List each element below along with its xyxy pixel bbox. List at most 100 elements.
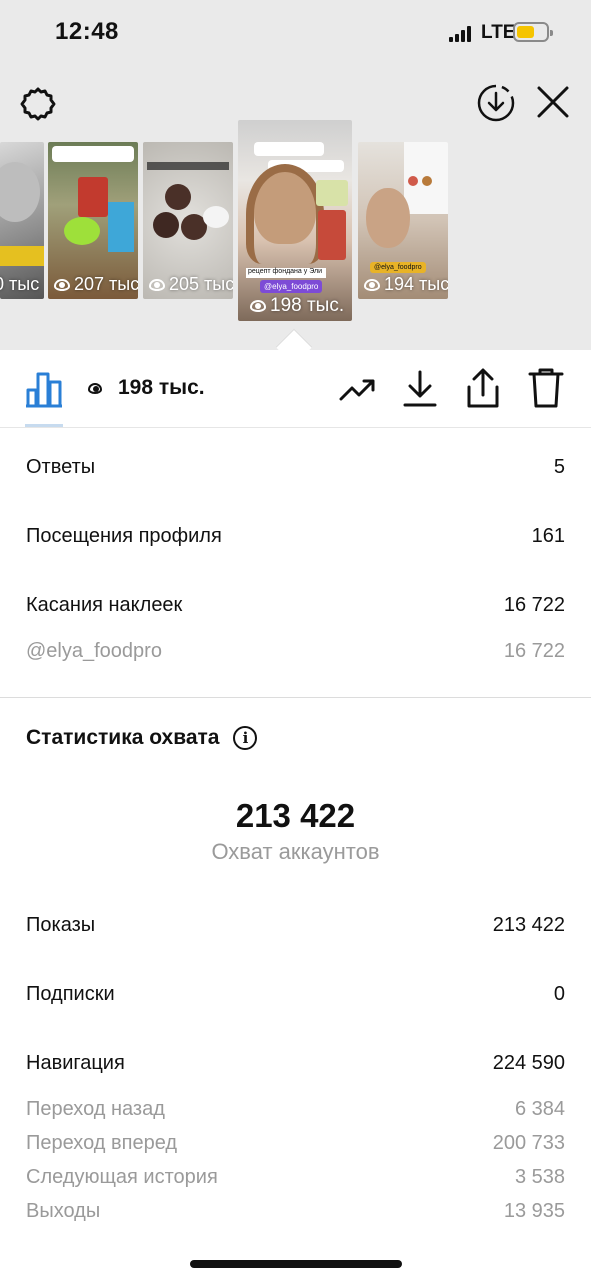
stat-row-back: Переход назад 6 384	[26, 1098, 565, 1121]
story-thumbnail[interactable]: @elya_foodpro 194 тыс.	[358, 142, 448, 299]
donut	[153, 212, 179, 238]
stat-value: 213 422	[492, 914, 565, 936]
snack-package	[78, 177, 108, 217]
story-thumbnail-selected[interactable]: рецепт фондана у Эли @elya_foodpro 198 т…	[238, 120, 352, 321]
stat-value: 3 538	[514, 1166, 565, 1188]
story-preview-area: 12:48 LTE 0 тыс	[0, 0, 591, 366]
stat-label: Показы	[26, 914, 96, 936]
stat-value: 16 722	[503, 640, 565, 662]
reach-section-title: Статистика охвата i	[26, 726, 258, 750]
download-circle-icon	[477, 84, 515, 122]
promote-button[interactable]	[336, 370, 380, 410]
food-photo	[408, 176, 418, 186]
status-bar: 12:48 LTE	[0, 0, 591, 68]
eye-icon	[149, 278, 165, 291]
stat-label: @elya_foodpro	[26, 640, 162, 662]
download-story-button[interactable]	[475, 82, 517, 124]
eye-icon	[250, 300, 266, 312]
person-face	[366, 188, 410, 248]
views-count: 198 тыс.	[88, 376, 205, 400]
stat-row-sticker-detail: @elya_foodpro 16 722	[26, 640, 565, 663]
section-title-text: Статистика охвата	[26, 726, 220, 749]
gear-icon	[20, 87, 56, 121]
stat-row-navigation: Навигация 224 590	[26, 1052, 565, 1075]
trending-icon	[339, 379, 375, 401]
stat-value: 200 733	[492, 1132, 565, 1154]
stat-label: Переход вперед	[26, 1132, 178, 1154]
settings-button[interactable]	[18, 84, 58, 124]
story-thumbnail[interactable]: 0 тыс	[0, 142, 44, 299]
home-indicator[interactable]	[190, 1260, 402, 1268]
stat-value: 13 935	[503, 1200, 565, 1222]
stat-row-replies: Ответы 5	[26, 456, 565, 479]
food-photo	[422, 176, 432, 186]
stat-row-follows: Подписки 0	[26, 983, 565, 1006]
stat-value: 0	[553, 983, 565, 1005]
stat-value: 6 384	[514, 1098, 565, 1120]
mention-tag: @elya_foodpro	[260, 280, 323, 293]
share-icon	[467, 368, 499, 408]
signal-icon	[449, 26, 471, 42]
eye-icon	[54, 278, 70, 291]
stat-value: 16 722	[503, 594, 565, 616]
network-label: LTE	[481, 22, 516, 43]
stat-row-impressions: Показы 213 422	[26, 914, 565, 937]
story-thumbnails: 0 тыс 207 тыс 205 тыс рецепт фон	[0, 120, 591, 325]
eye-icon	[88, 382, 102, 394]
download-icon	[403, 370, 437, 407]
stat-value: 224 590	[492, 1052, 565, 1074]
stat-row-next-story: Следующая история 3 538	[26, 1166, 565, 1189]
recipe-card	[316, 180, 348, 206]
person-figure	[0, 162, 40, 222]
active-tab-indicator	[25, 424, 63, 427]
hair	[246, 164, 324, 264]
story-views: 0 тыс	[0, 274, 40, 294]
package	[108, 202, 134, 252]
share-button[interactable]	[463, 366, 503, 410]
sticker	[0, 246, 44, 266]
save-button[interactable]	[400, 366, 440, 410]
caption: рецепт фондана у Эли	[246, 268, 326, 278]
donut	[165, 184, 191, 210]
stat-label: Подписки	[26, 983, 115, 1005]
stat-label: Ответы	[26, 456, 96, 478]
insights-toolbar: 198 тыс.	[0, 350, 591, 428]
green-bowl	[64, 217, 100, 245]
section-divider	[0, 697, 591, 698]
reach-total-label: Охват аккаунтов	[211, 839, 380, 864]
story-views: 198 тыс.	[250, 295, 344, 317]
stat-row-profile-visits: Посещения профиля 161	[26, 525, 565, 548]
trash-icon	[528, 368, 564, 408]
stat-label: Навигация	[26, 1052, 125, 1074]
stat-label: Следующая история	[26, 1166, 218, 1188]
story-thumbnail[interactable]: 205 тыс	[143, 142, 233, 299]
battery-icon	[513, 22, 553, 42]
story-thumbnail[interactable]: 207 тыс	[48, 142, 138, 299]
eye-icon	[364, 278, 380, 291]
recipe-card	[318, 210, 346, 260]
mention-tag: @elya_foodpro	[370, 262, 426, 273]
caption-bar	[147, 162, 229, 170]
cream	[203, 206, 229, 228]
close-icon	[537, 86, 569, 118]
story-views: 207 тыс	[54, 274, 138, 295]
story-views: 194 тыс.	[364, 274, 448, 295]
close-button[interactable]	[533, 82, 573, 122]
stat-value: 5	[553, 456, 565, 478]
stat-label: Выходы	[26, 1200, 101, 1222]
reach-total: 213 422	[235, 797, 356, 834]
question-bubble	[52, 146, 134, 162]
info-icon[interactable]: i	[233, 726, 258, 750]
stat-value: 161	[531, 525, 565, 547]
stat-row-forward: Переход вперед 200 733	[26, 1132, 565, 1155]
bar-chart-icon	[26, 372, 62, 408]
insights-tab[interactable]	[22, 366, 66, 410]
status-time: 12:48	[55, 18, 119, 45]
stat-label: Посещения профиля	[26, 525, 222, 547]
delete-button[interactable]	[526, 366, 566, 410]
stat-row-sticker-taps: Касания наклеек 16 722	[26, 594, 565, 617]
stat-label: Касания наклеек	[26, 594, 183, 616]
stat-row-exits: Выходы 13 935	[26, 1200, 565, 1223]
story-views: 205 тыс	[149, 274, 233, 295]
question-bubble	[254, 142, 324, 156]
